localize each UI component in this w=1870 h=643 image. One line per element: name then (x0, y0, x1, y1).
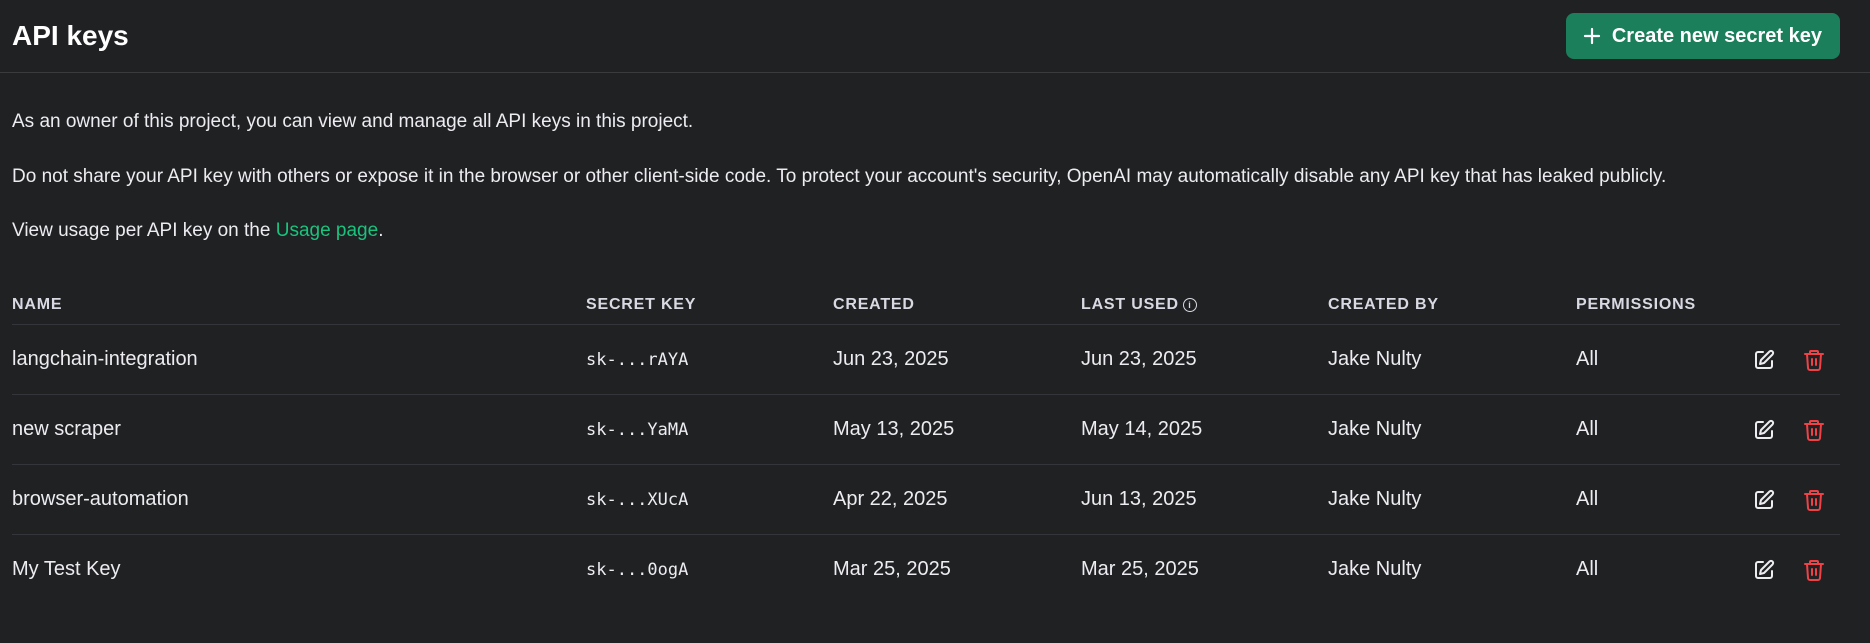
page-header: API keys Create new secret key (0, 0, 1870, 73)
row-actions (1736, 535, 1840, 605)
column-header-actions (1736, 286, 1840, 325)
secret-key-value: sk-...0ogA (586, 559, 689, 580)
created-date: May 13, 2025 (833, 394, 1081, 465)
usage-hint-prefix: View usage per API key on the (12, 220, 276, 241)
security-warning: Do not share your API key with others or… (12, 166, 1667, 187)
permissions: All (1576, 324, 1736, 395)
row-actions (1736, 464, 1840, 535)
created-by: Jake Nulty (1328, 558, 1422, 580)
table-header-row: NAME SECRET KEY CREATED LAST USED i CREAT… (12, 286, 1840, 325)
created-by: Jake Nulty (1328, 324, 1576, 395)
create-secret-key-button[interactable]: Create new secret key (1565, 13, 1840, 59)
table-row: new scraper sk-...YaMA May 13, 2025 May … (12, 394, 1840, 465)
trash-icon[interactable] (1802, 488, 1826, 512)
row-actions (1736, 324, 1840, 395)
trash-icon[interactable] (1802, 348, 1826, 372)
last-used-date: Jun 13, 2025 (1081, 464, 1328, 535)
key-name: My Test Key (12, 558, 121, 580)
created-date: Mar 25, 2025 (833, 558, 951, 580)
key-name: langchain-integration (12, 324, 586, 395)
column-header-permissions: PERMISSIONS (1576, 286, 1736, 325)
column-header-secret-key: SECRET KEY (586, 286, 833, 325)
row-actions (1736, 394, 1840, 465)
permissions: All (1576, 464, 1736, 535)
secret-key-value: sk-...YaMA (586, 394, 833, 465)
permissions: All (1576, 558, 1599, 580)
column-header-last-used-label: LAST USED (1081, 296, 1179, 313)
table-row: browser-automation sk-...XUcA Apr 22, 20… (12, 464, 1840, 535)
secret-key-value: sk-...rAYA (586, 324, 833, 395)
created-date: Jun 23, 2025 (833, 324, 1081, 395)
table-row: langchain-integration sk-...rAYA Jun 23,… (12, 324, 1840, 395)
created-by: Jake Nulty (1328, 394, 1576, 465)
owner-description: As an owner of this project, you can vie… (12, 111, 694, 132)
key-name: new scraper (12, 394, 586, 465)
usage-hint-suffix: . (378, 220, 384, 241)
edit-icon[interactable] (1752, 558, 1776, 582)
info-icon[interactable]: i (1182, 298, 1197, 312)
secret-key-value: sk-...XUcA (586, 464, 833, 535)
page-title: API keys (12, 20, 129, 51)
last-used-date: Jun 23, 2025 (1081, 324, 1328, 395)
plus-icon (1583, 27, 1600, 45)
usage-page-link[interactable]: Usage page (276, 220, 378, 241)
edit-icon[interactable] (1752, 348, 1776, 372)
api-keys-table: NAME SECRET KEY CREATED LAST USED i CREAT… (12, 286, 1840, 604)
trash-icon[interactable] (1802, 418, 1826, 442)
last-used-date: May 14, 2025 (1081, 394, 1328, 465)
usage-hint: View usage per API key on the Usage page… (12, 220, 383, 242)
created-date: Apr 22, 2025 (833, 464, 1081, 535)
permissions: All (1576, 394, 1736, 465)
edit-icon[interactable] (1752, 488, 1776, 512)
column-header-created: CREATED (833, 286, 1081, 325)
trash-icon[interactable] (1802, 558, 1826, 582)
last-used-date: Mar 25, 2025 (1081, 558, 1199, 580)
created-by: Jake Nulty (1328, 464, 1576, 535)
edit-icon[interactable] (1752, 418, 1776, 442)
create-secret-key-label: Create new secret key (1611, 24, 1822, 47)
column-header-last-used: LAST USED i (1081, 286, 1328, 325)
key-name: browser-automation (12, 464, 586, 535)
column-header-created-by: CREATED BY (1328, 286, 1576, 325)
table-row: My Test Key sk-...0ogA Mar 25, 2025 Mar … (12, 535, 1840, 605)
column-header-name: NAME (12, 286, 586, 325)
